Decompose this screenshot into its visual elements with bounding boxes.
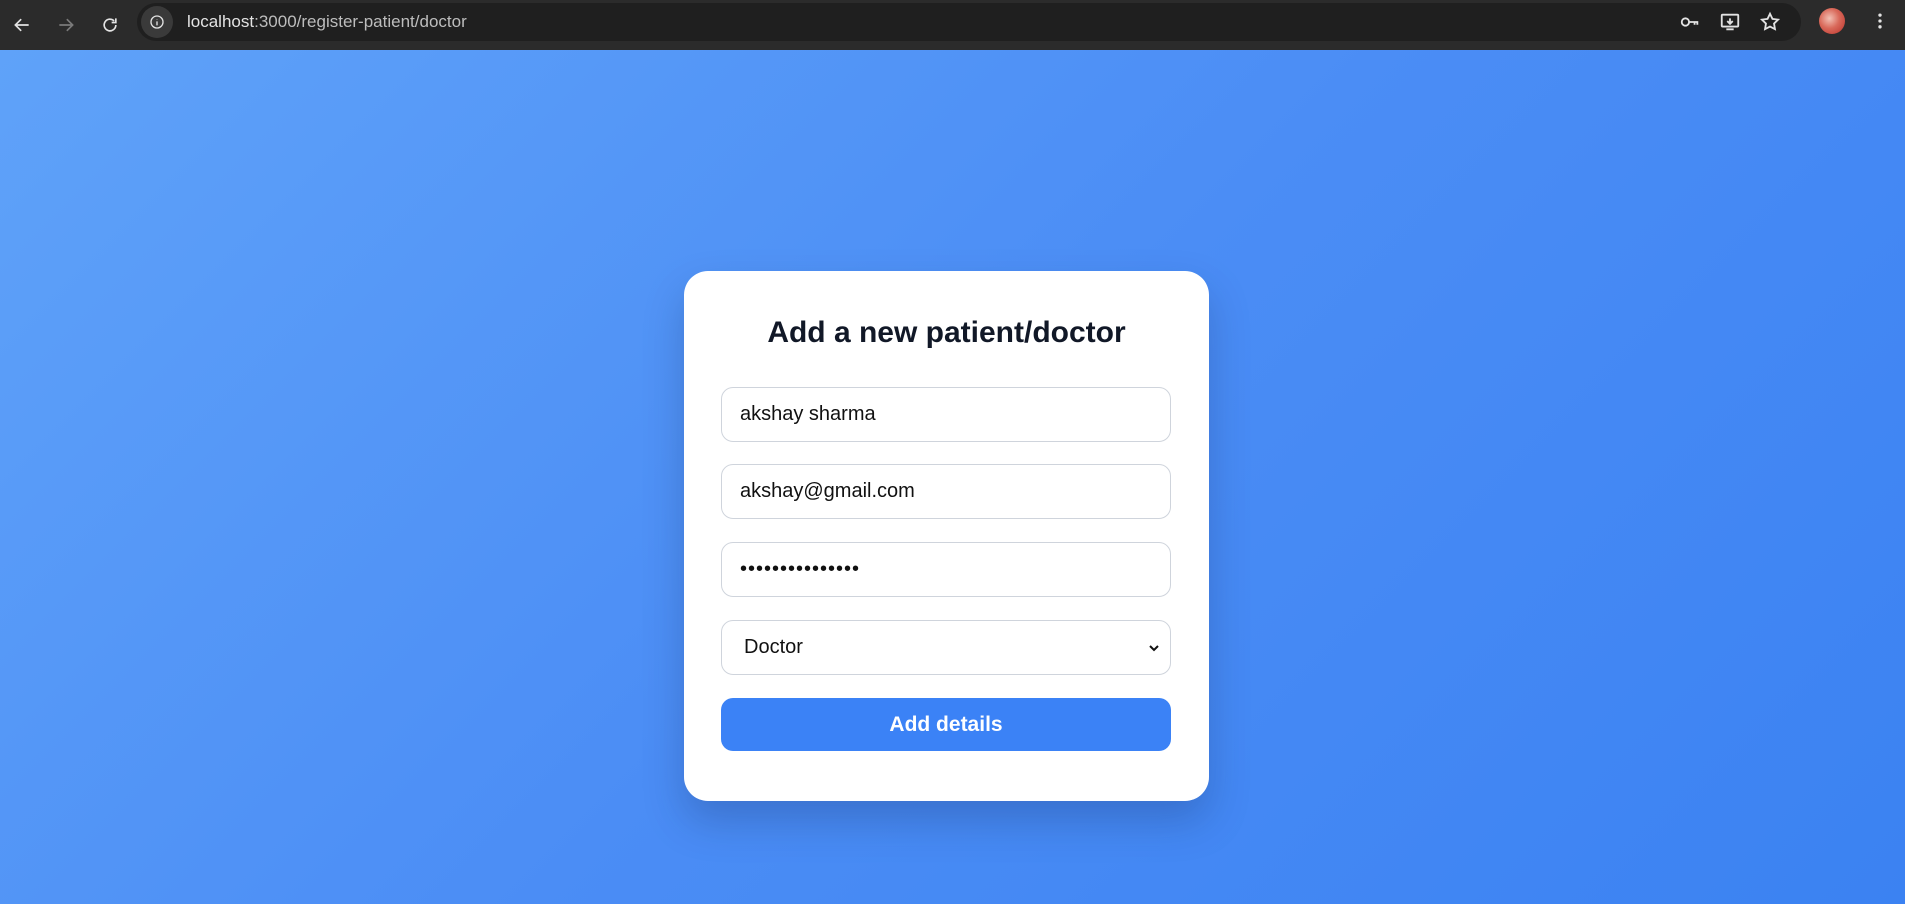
address-bar-actions	[1679, 3, 1781, 41]
form-title: Add a new patient/doctor	[767, 316, 1126, 349]
address-bar[interactable]: localhost:3000/register-patient/doctor	[137, 3, 1801, 41]
back-button[interactable]	[0, 3, 44, 47]
browser-menu-button[interactable]	[1868, 8, 1892, 34]
url-text: localhost:3000/register-patient/doctor	[187, 12, 467, 32]
register-form-card: Add a new patient/doctor Doctor Add deta…	[684, 271, 1209, 801]
add-details-button[interactable]: Add details	[721, 698, 1171, 751]
star-icon[interactable]	[1759, 11, 1781, 33]
reload-button[interactable]	[88, 3, 132, 47]
info-icon	[150, 15, 164, 29]
password-input[interactable]	[721, 542, 1171, 597]
site-info-button[interactable]	[141, 6, 173, 38]
chevron-down-icon	[1149, 645, 1159, 652]
arrow-right-icon	[59, 18, 74, 32]
reload-icon	[103, 18, 117, 32]
page-background: Add a new patient/doctor Doctor Add deta…	[0, 50, 1905, 904]
key-icon[interactable]	[1679, 11, 1701, 33]
role-select-value: Doctor	[744, 636, 803, 658]
url-path: :3000/register-patient/doctor	[254, 12, 467, 31]
install-app-icon[interactable]	[1719, 11, 1741, 33]
role-select[interactable]: Doctor	[721, 620, 1171, 675]
name-input[interactable]	[721, 387, 1171, 442]
forward-button[interactable]	[44, 3, 88, 47]
url-host: localhost	[187, 12, 255, 31]
more-vertical-icon	[1878, 13, 1882, 29]
arrow-left-icon	[14, 18, 29, 32]
browser-toolbar: localhost:3000/register-patient/doctor	[0, 0, 1905, 50]
profile-avatar[interactable]	[1819, 8, 1845, 34]
email-input[interactable]	[721, 464, 1171, 519]
